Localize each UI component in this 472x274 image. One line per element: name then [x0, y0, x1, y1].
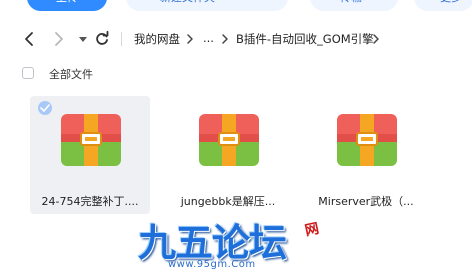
history-dropdown-button[interactable] — [73, 29, 93, 49]
breadcrumb-root[interactable]: 我的网盘 — [134, 31, 180, 47]
refresh-icon — [96, 30, 109, 45]
forward-button[interactable] — [48, 29, 68, 49]
zip-archive-icon — [61, 114, 121, 166]
breadcrumb-separator-icon — [222, 34, 228, 44]
select-all-label: 全部文件 — [49, 68, 93, 81]
transfer-button[interactable]: 传输 — [310, 0, 398, 11]
file-item[interactable]: 24-754完整补丁.... — [30, 96, 150, 214]
breadcrumb-ellipsis[interactable]: ... — [203, 31, 214, 45]
chevron-left-icon — [25, 32, 33, 46]
breadcrumb-separator-icon — [373, 34, 379, 44]
chevron-right-icon — [55, 32, 63, 46]
upload-button[interactable]: 上传 — [27, 0, 107, 11]
file-item[interactable]: jungebbk是解压... — [168, 96, 288, 214]
zip-archive-icon — [337, 114, 397, 166]
breadcrumb-separator-icon — [187, 34, 193, 44]
nav-divider — [121, 32, 122, 46]
watermark-seal: 网 — [303, 220, 321, 240]
file-checkbox-checked[interactable] — [38, 101, 52, 115]
back-button[interactable] — [20, 29, 40, 49]
toolbar: 上传 新建文件夹 传输 更多 — [0, 0, 472, 14]
select-all-checkbox[interactable] — [22, 67, 34, 79]
checkmark-icon — [40, 104, 50, 112]
caret-down-icon — [79, 37, 87, 42]
select-all-row: 全部文件 — [0, 62, 472, 86]
navigation-bar: 我的网盘 ... B插件-自动回收_GOM引擎 — [0, 26, 472, 52]
file-item[interactable]: Mirserver武极（... — [306, 96, 426, 214]
forum-watermark-logo: 九五论坛 网 www.95gm.Com — [130, 212, 330, 272]
zip-archive-icon — [199, 114, 259, 166]
refresh-button[interactable] — [92, 29, 112, 49]
breadcrumb-current[interactable]: B插件-自动回收_GOM引擎 — [236, 31, 374, 47]
more-button[interactable]: 更多 — [414, 0, 472, 11]
watermark-url: www.95gm.Com — [168, 259, 256, 270]
file-name: jungebbk是解压... — [180, 195, 276, 208]
new-folder-button[interactable]: 新建文件夹 — [126, 0, 288, 11]
file-name: Mirserver武极（... — [318, 195, 414, 208]
file-name: 24-754完整补丁.... — [41, 195, 139, 208]
